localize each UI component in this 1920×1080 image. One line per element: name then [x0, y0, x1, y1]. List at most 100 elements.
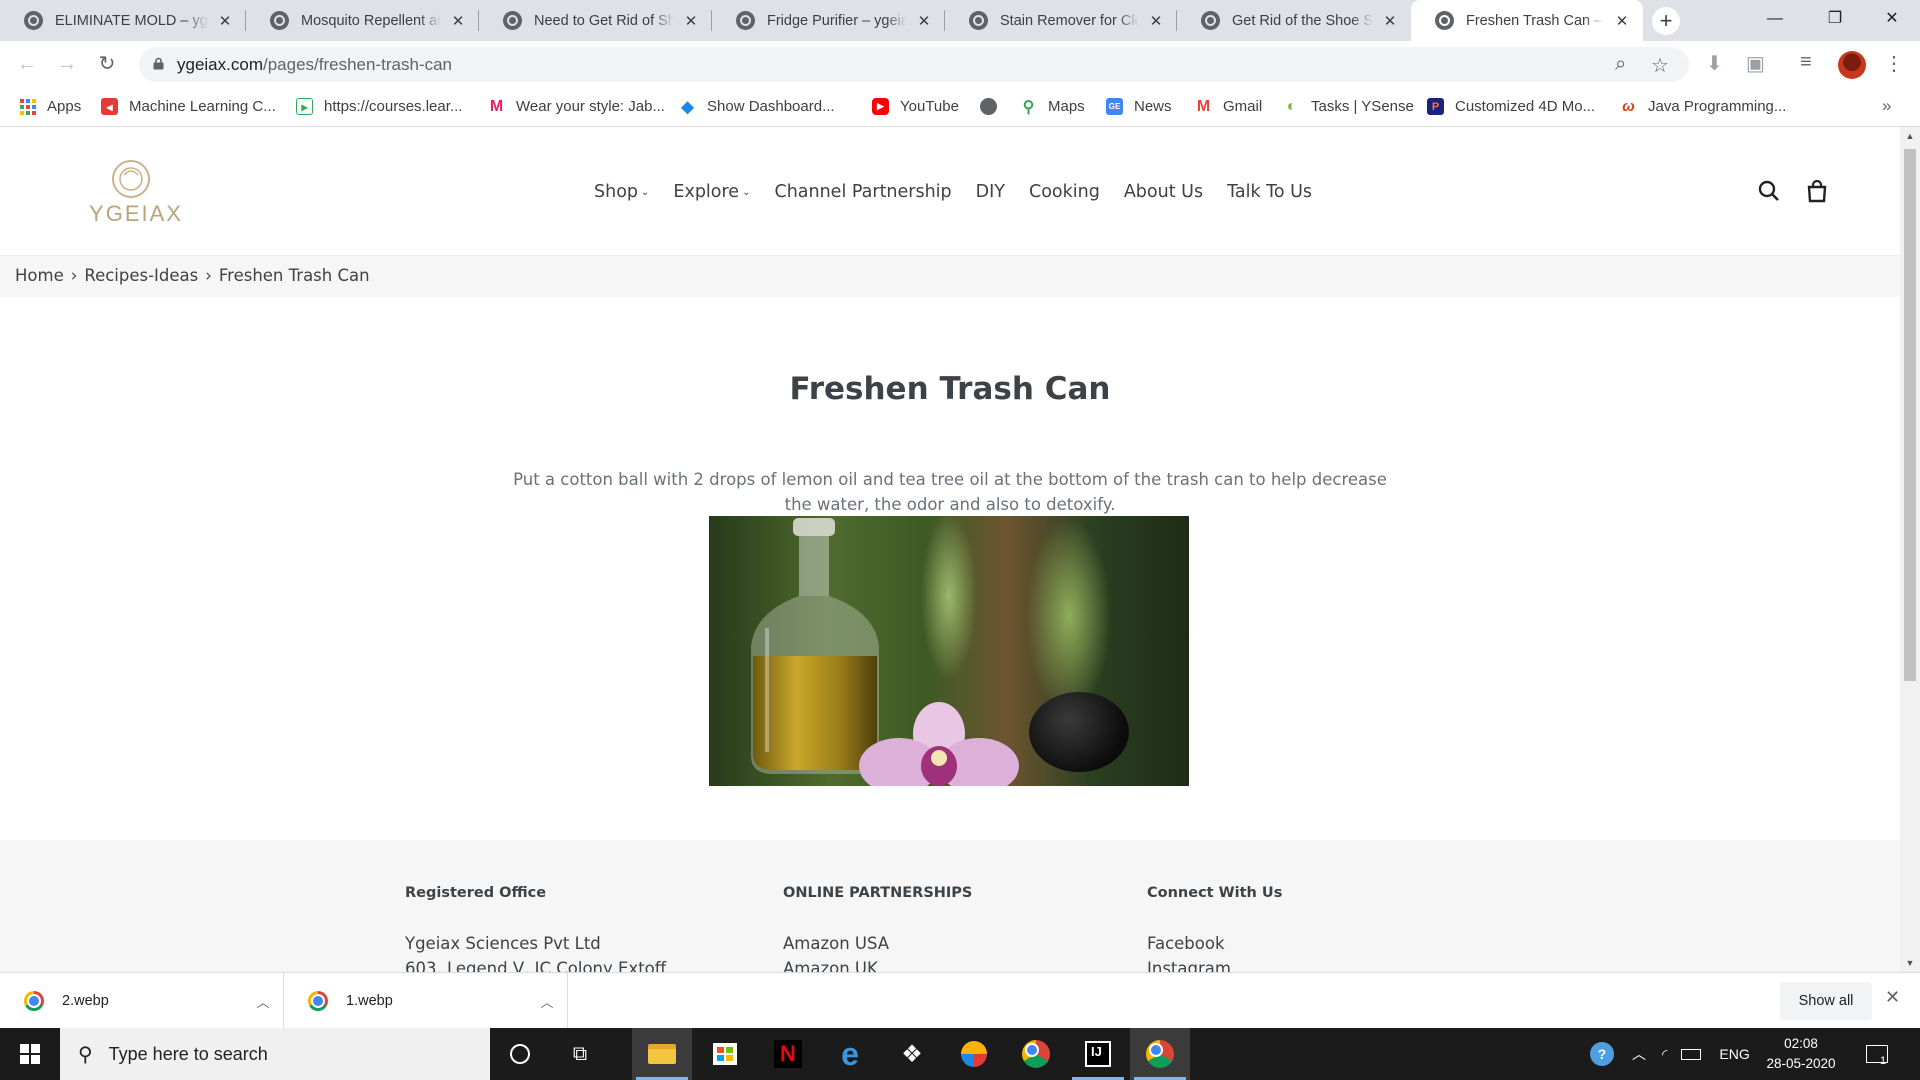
forward-button[interactable]: →: [52, 49, 82, 79]
battery-icon[interactable]: [1681, 1048, 1702, 1060]
zoom-icon[interactable]: ⌕: [1615, 53, 1626, 76]
browser-tab[interactable]: ELIMINATE MOLD – ygeiax ✕: [0, 0, 246, 41]
show-all-downloads-button[interactable]: Show all: [1780, 982, 1872, 1020]
url-text[interactable]: ygeiax.com/pages/freshen-trash-can: [177, 55, 452, 75]
close-tab-icon[interactable]: ✕: [915, 12, 933, 30]
tab-title: Stain Remover for Clothes: [1000, 12, 1139, 29]
close-tab-icon[interactable]: ✕: [449, 12, 467, 30]
close-tab-icon[interactable]: ✕: [1613, 12, 1631, 30]
browser-tab[interactable]: Stain Remover for Clothes ✕: [945, 0, 1177, 41]
chevron-up-icon[interactable]: ︿: [243, 992, 283, 1011]
courses-icon: ▸: [296, 98, 313, 115]
cortana-button[interactable]: [490, 1028, 550, 1080]
tab-title: Fridge Purifier – ygeiax: [767, 12, 907, 29]
bookmark-news[interactable]: GE News: [1106, 98, 1172, 115]
bookmark-globe[interactable]: [980, 98, 1008, 115]
bookmark-machine-learning[interactable]: ◂ Machine Learning C...: [101, 98, 276, 115]
scroll-down-icon[interactable]: ▼: [1900, 958, 1920, 968]
download-item[interactable]: 1.webp ︿: [284, 973, 568, 1029]
new-tab-button[interactable]: +: [1652, 7, 1680, 35]
wifi-icon[interactable]: ◜: [1662, 1046, 1667, 1063]
task-view-button[interactable]: ⧉: [550, 1028, 610, 1080]
bookmark-ysense[interactable]: ◐ Tasks | YSense: [1283, 98, 1414, 116]
bookmark-dashboard[interactable]: ◆ Show Dashboard...: [679, 98, 834, 116]
close-tab-icon[interactable]: ✕: [682, 12, 700, 30]
nav-shop[interactable]: Shop ⌄: [594, 182, 649, 202]
bookmark-label: News: [1134, 98, 1172, 115]
scrollbar-thumb[interactable]: [1904, 149, 1916, 681]
breadcrumb-home[interactable]: Home: [15, 266, 64, 285]
taskbar-store[interactable]: [695, 1028, 755, 1080]
taskbar-chrome-active[interactable]: [1130, 1028, 1190, 1080]
action-center-button[interactable]: 1: [1866, 1028, 1888, 1080]
breadcrumb-recipes-ideas[interactable]: Recipes-Ideas: [84, 266, 198, 285]
bookmark-java[interactable]: ω Java Programming...: [1620, 98, 1786, 115]
chevron-up-icon[interactable]: ︿: [527, 992, 567, 1011]
bookmark-maps[interactable]: ⚲ Maps: [1020, 98, 1085, 116]
close-tab-icon[interactable]: ✕: [1147, 12, 1165, 30]
close-window-button[interactable]: ✕: [1862, 0, 1920, 41]
bookmark-custom-4d[interactable]: P Customized 4D Mo...: [1427, 98, 1595, 115]
nav-explore[interactable]: Explore ⌄: [673, 182, 750, 202]
bookmarks-overflow-icon[interactable]: »: [1882, 96, 1891, 116]
tab-title: Mosquito Repellent at Home: [301, 12, 441, 29]
close-tab-icon[interactable]: ✕: [1381, 12, 1399, 30]
profile-avatar[interactable]: [1838, 51, 1866, 79]
browser-tab[interactable]: Fridge Purifier – ygeiax ✕: [712, 0, 945, 41]
footer-heading: ONLINE PARTNERSHIPS: [783, 885, 973, 901]
taskbar-file-explorer[interactable]: [632, 1028, 692, 1080]
menu-kebab-icon[interactable]: ⋮: [1884, 51, 1904, 76]
search-icon[interactable]: [1757, 179, 1781, 203]
footer-link[interactable]: Amazon UK: [783, 956, 972, 972]
maximize-button[interactable]: ❐: [1805, 0, 1865, 41]
extension-download-icon[interactable]: ⬇: [1706, 51, 1723, 76]
footer-link[interactable]: Facebook: [1147, 931, 1282, 956]
browser-tab[interactable]: Mosquito Repellent at Home ✕: [246, 0, 479, 41]
start-button[interactable]: [0, 1028, 60, 1080]
dashboard-icon: ◆: [681, 98, 694, 116]
page-scrollbar[interactable]: ▲ ▼: [1900, 127, 1920, 972]
taskbar-dropbox[interactable]: ❖: [882, 1028, 942, 1080]
close-shelf-icon[interactable]: ✕: [1885, 987, 1900, 1008]
bookmark-apps[interactable]: Apps: [20, 98, 81, 115]
site-logo[interactable]: YGEIAX: [76, 157, 196, 233]
help-icon[interactable]: ?: [1590, 1042, 1614, 1066]
nav-channel-partnership[interactable]: Channel Partnership: [774, 182, 951, 202]
taskbar-clock[interactable]: 02:08 28-05-2020: [1760, 1034, 1842, 1074]
bookmark-star-icon[interactable]: ☆: [1651, 53, 1669, 78]
show-hidden-icons-chevron-icon[interactable]: ︿: [1632, 1044, 1646, 1064]
taskbar-search-box[interactable]: ⚲ Type here to search: [60, 1028, 490, 1080]
reload-button[interactable]: ↻: [92, 49, 122, 79]
footer-link[interactable]: Instagram: [1147, 956, 1282, 972]
browser-tab-active[interactable]: Freshen Trash Can – ygeiax ✕: [1411, 0, 1643, 41]
chrome-file-icon: [24, 991, 44, 1011]
footer-link[interactable]: Amazon USA: [783, 931, 972, 956]
taskbar-intellij[interactable]: IJ: [1068, 1028, 1128, 1080]
media-controls-icon[interactable]: ≡: [1800, 51, 1812, 74]
taskbar-chrome[interactable]: [1006, 1028, 1066, 1080]
browser-tab[interactable]: Get Rid of the Shoe Smell ✕: [1177, 0, 1411, 41]
bookmark-gmail[interactable]: M Gmail: [1195, 98, 1262, 116]
language-indicator[interactable]: ENG: [1719, 1046, 1749, 1062]
taskbar-netflix[interactable]: N: [758, 1028, 818, 1080]
bookmark-courses[interactable]: ▸ https://courses.lear...: [296, 98, 462, 115]
download-item[interactable]: 2.webp ︿: [0, 973, 284, 1029]
nav-cooking[interactable]: Cooking: [1029, 182, 1100, 202]
cart-icon[interactable]: [1805, 179, 1829, 203]
browser-tab[interactable]: Need to Get Rid of Shoe Smell ✕: [479, 0, 712, 41]
globe-icon: [1201, 11, 1220, 30]
nav-talk-to-us[interactable]: Talk To Us: [1227, 182, 1312, 202]
address-bar[interactable]: ygeiax.com/pages/freshen-trash-can ⌕ ☆: [139, 47, 1689, 82]
myntra-icon: M: [489, 97, 504, 115]
extension-icon[interactable]: ▣: [1746, 51, 1765, 76]
nav-diy[interactable]: DIY: [976, 182, 1005, 202]
scroll-up-icon[interactable]: ▲: [1900, 131, 1920, 141]
bookmark-myntra[interactable]: M Wear your style: Jab...: [488, 97, 665, 116]
minimize-button[interactable]: —: [1745, 0, 1805, 41]
taskbar-app-globe[interactable]: [944, 1028, 1004, 1080]
taskbar-edge[interactable]: e: [820, 1028, 880, 1080]
back-button[interactable]: ←: [12, 49, 42, 79]
nav-about-us[interactable]: About Us: [1124, 182, 1203, 202]
close-tab-icon[interactable]: ✕: [216, 12, 234, 30]
bookmark-youtube[interactable]: ▶ YouTube: [872, 98, 959, 115]
